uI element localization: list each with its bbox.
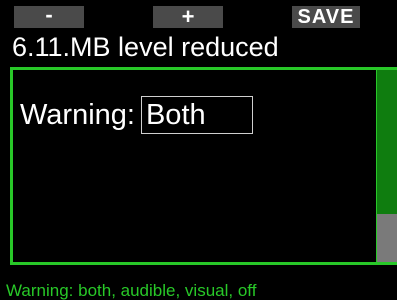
save-softkey[interactable]: SAVE xyxy=(292,6,360,28)
warning-label: Warning: xyxy=(20,98,135,131)
scrollbar[interactable] xyxy=(377,70,397,262)
softkey-bar: - + SAVE xyxy=(0,0,397,28)
warning-value-field[interactable]: Both xyxy=(140,96,253,134)
warning-setting-row: Warning: Both xyxy=(20,95,253,135)
scrollbar-thumb[interactable] xyxy=(377,70,397,214)
page-title: 6.11.MB level reduced xyxy=(12,32,279,62)
options-hint: Warning: both, audible, visual, off xyxy=(6,281,257,300)
increase-softkey[interactable]: + xyxy=(153,6,223,28)
decrease-softkey[interactable]: - xyxy=(14,4,84,28)
